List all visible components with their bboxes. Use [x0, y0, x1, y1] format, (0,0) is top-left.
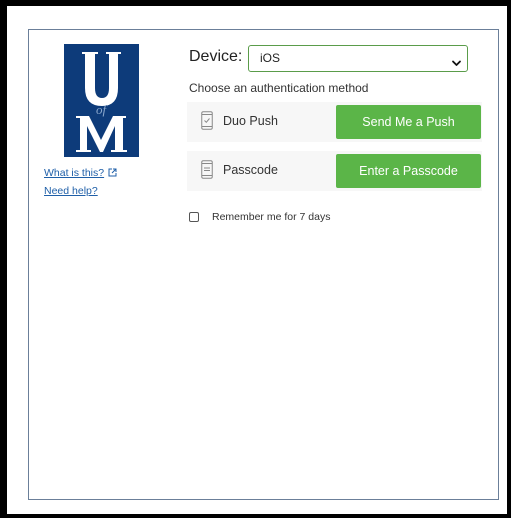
device-label: Device:	[189, 48, 243, 65]
what-is-this-text: What is this?	[44, 167, 105, 179]
device-select[interactable]: iOS	[248, 45, 468, 72]
send-push-button[interactable]: Send Me a Push	[336, 105, 481, 139]
method-row-duo-push: Duo Push Send Me a Push	[187, 102, 482, 142]
method-label-passcode: Passcode	[223, 163, 278, 177]
external-link-icon	[108, 168, 117, 180]
phone-check-icon	[201, 111, 213, 135]
need-help-link[interactable]: Need help?	[44, 185, 98, 197]
remember-me-checkbox[interactable]	[189, 212, 199, 222]
chevron-down-icon	[451, 53, 462, 77]
um-logo-mark: of	[64, 44, 139, 157]
method-row-passcode: Passcode Enter a Passcode	[187, 151, 482, 191]
device-select-value: iOS	[260, 51, 281, 65]
university-logo: of	[64, 44, 139, 157]
remember-me-label: Remember me for 7 days	[212, 211, 331, 223]
auth-method-prompt: Choose an authentication method	[189, 81, 369, 95]
what-is-this-link[interactable]: What is this?	[44, 167, 117, 180]
phone-passcode-icon	[201, 160, 213, 184]
method-label-duo-push: Duo Push	[223, 114, 278, 128]
enter-passcode-button[interactable]: Enter a Passcode	[336, 154, 481, 188]
remember-me-option[interactable]: Remember me for 7 days	[189, 211, 330, 223]
